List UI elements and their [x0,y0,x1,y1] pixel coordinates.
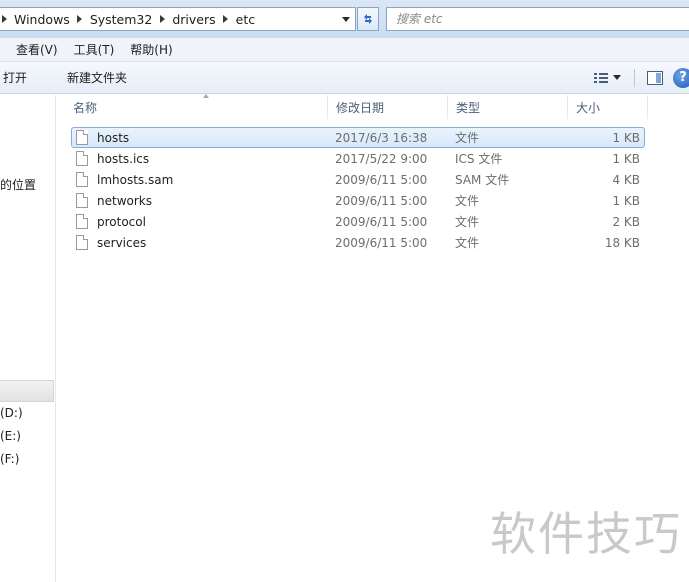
column-header-label: 修改日期 [336,100,385,115]
chevron-right-icon[interactable] [76,8,84,30]
help-icon[interactable]: ? [673,67,689,88]
file-size: 2 KB [612,214,640,229]
file-size: 4 KB [612,172,640,187]
column-header-label: 类型 [456,100,481,115]
file-name: hosts.ics [97,151,150,166]
column-header-name[interactable]: 名称 [65,94,328,119]
file-icon [76,130,88,145]
file-icon [76,235,88,250]
column-header-date[interactable]: 修改日期 [328,95,448,119]
file-row-protocol[interactable]: protocol 2009/6/11 5:00 文件 2 KB [71,211,645,232]
chevron-right-icon[interactable] [158,8,166,30]
watermark: 软件技巧 [483,480,689,582]
breadcrumb-system32[interactable]: System32 [84,8,159,30]
column-header-type[interactable]: 类型 [448,95,568,119]
file-type: SAM 文件 [455,173,510,187]
file-date: 2017/5/22 9:00 [335,151,428,166]
change-view-button[interactable] [588,62,626,93]
file-date: 2009/6/11 5:00 [335,235,428,250]
toolbar-divider [634,68,635,87]
file-date: 2009/6/11 5:00 [335,214,428,229]
file-icon [76,172,88,187]
breadcrumb-label: etc [235,11,256,27]
nav-item-drive-d[interactable]: (D:) [0,406,23,420]
sort-ascending-icon [203,94,209,98]
chevron-down-icon [342,16,350,22]
refresh-icon [364,14,372,24]
file-date: 2009/6/11 5:00 [335,193,428,208]
column-header-label: 名称 [73,100,98,115]
breadcrumb-label: drivers [172,11,216,27]
file-name-cell: hosts.ics [76,149,149,168]
view-list-icon [593,72,608,83]
search-input[interactable] [396,12,676,26]
file-name: services [97,235,147,250]
nav-selected-item[interactable] [0,380,54,402]
search-box[interactable] [386,7,689,31]
breadcrumb-drivers[interactable]: drivers [166,8,221,30]
menu-bar: 查看(V) 工具(T) 帮助(H) [0,38,689,62]
navigation-pane: 的位置 (D:) (E:) (F:) [0,95,56,582]
command-bar: 打开 新建文件夹 ? [0,62,689,94]
file-type: 文件 [455,194,480,208]
chevron-right-icon[interactable] [0,8,8,30]
column-header-size[interactable]: 大小 [568,95,648,119]
nav-item-drive-f[interactable]: (F:) [0,452,19,466]
column-header-label: 大小 [576,100,601,115]
refresh-button[interactable] [357,7,379,31]
file-name: protocol [97,214,146,229]
file-name: lmhosts.sam [97,172,174,187]
breadcrumb-windows[interactable]: Windows [8,8,76,30]
file-row-lmhosts-sam[interactable]: lmhosts.sam 2009/6/11 5:00 SAM 文件 4 KB [71,169,645,190]
file-size: 1 KB [612,193,640,208]
file-name: hosts [97,130,130,145]
menu-help[interactable]: 帮助(H) [122,41,180,58]
file-icon [76,151,88,166]
file-size: 18 KB [604,235,640,250]
file-date: 2017/6/3 16:38 [335,130,428,145]
watermark-text: 软件技巧 [490,507,682,561]
file-size: 1 KB [612,151,640,166]
file-icon [76,214,88,229]
preview-pane-icon [647,70,663,85]
new-folder-button[interactable]: 新建文件夹 [58,69,136,86]
file-row-networks[interactable]: networks 2009/6/11 5:00 文件 1 KB [71,190,645,211]
file-name-cell: hosts [76,128,129,147]
address-bar-strip: Windows System32 drivers etc [0,0,689,38]
file-name-cell: lmhosts.sam [76,170,173,189]
column-headers: 名称 修改日期 类型 大小 [57,94,689,119]
file-size: 1 KB [612,130,640,145]
open-button[interactable]: 打开 [0,69,36,86]
file-name-cell: services [76,233,146,252]
file-type: ICS 文件 [455,152,503,166]
file-name-cell: networks [76,191,152,210]
file-row-hosts[interactable]: hosts 2017/6/3 16:38 文件 1 KB [71,127,645,148]
file-icon [76,193,88,208]
file-date: 2009/6/11 5:00 [335,172,428,187]
menu-tools[interactable]: 工具(T) [66,41,123,58]
nav-item-locations[interactable]: 的位置 [0,176,36,193]
preview-pane-button[interactable] [643,62,667,93]
breadcrumb-label: Windows [14,11,70,27]
chevron-right-icon[interactable] [222,8,230,30]
file-type: 文件 [455,131,480,145]
breadcrumb-label: System32 [89,11,153,27]
breadcrumb-etc[interactable]: etc [230,8,261,30]
nav-item-drive-e[interactable]: (E:) [0,429,21,443]
menu-view[interactable]: 查看(V) [8,41,66,58]
file-name: networks [97,193,152,208]
file-type: 文件 [455,236,480,250]
address-history-dropdown[interactable] [337,8,355,30]
file-row-services[interactable]: services 2009/6/11 5:00 文件 18 KB [71,232,645,253]
address-bar[interactable]: Windows System32 drivers etc [0,7,356,31]
file-type: 文件 [455,215,480,229]
file-row-hosts-ics[interactable]: hosts.ics 2017/5/22 9:00 ICS 文件 1 KB [71,148,645,169]
file-name-cell: protocol [76,212,146,231]
chevron-down-icon [612,75,621,80]
